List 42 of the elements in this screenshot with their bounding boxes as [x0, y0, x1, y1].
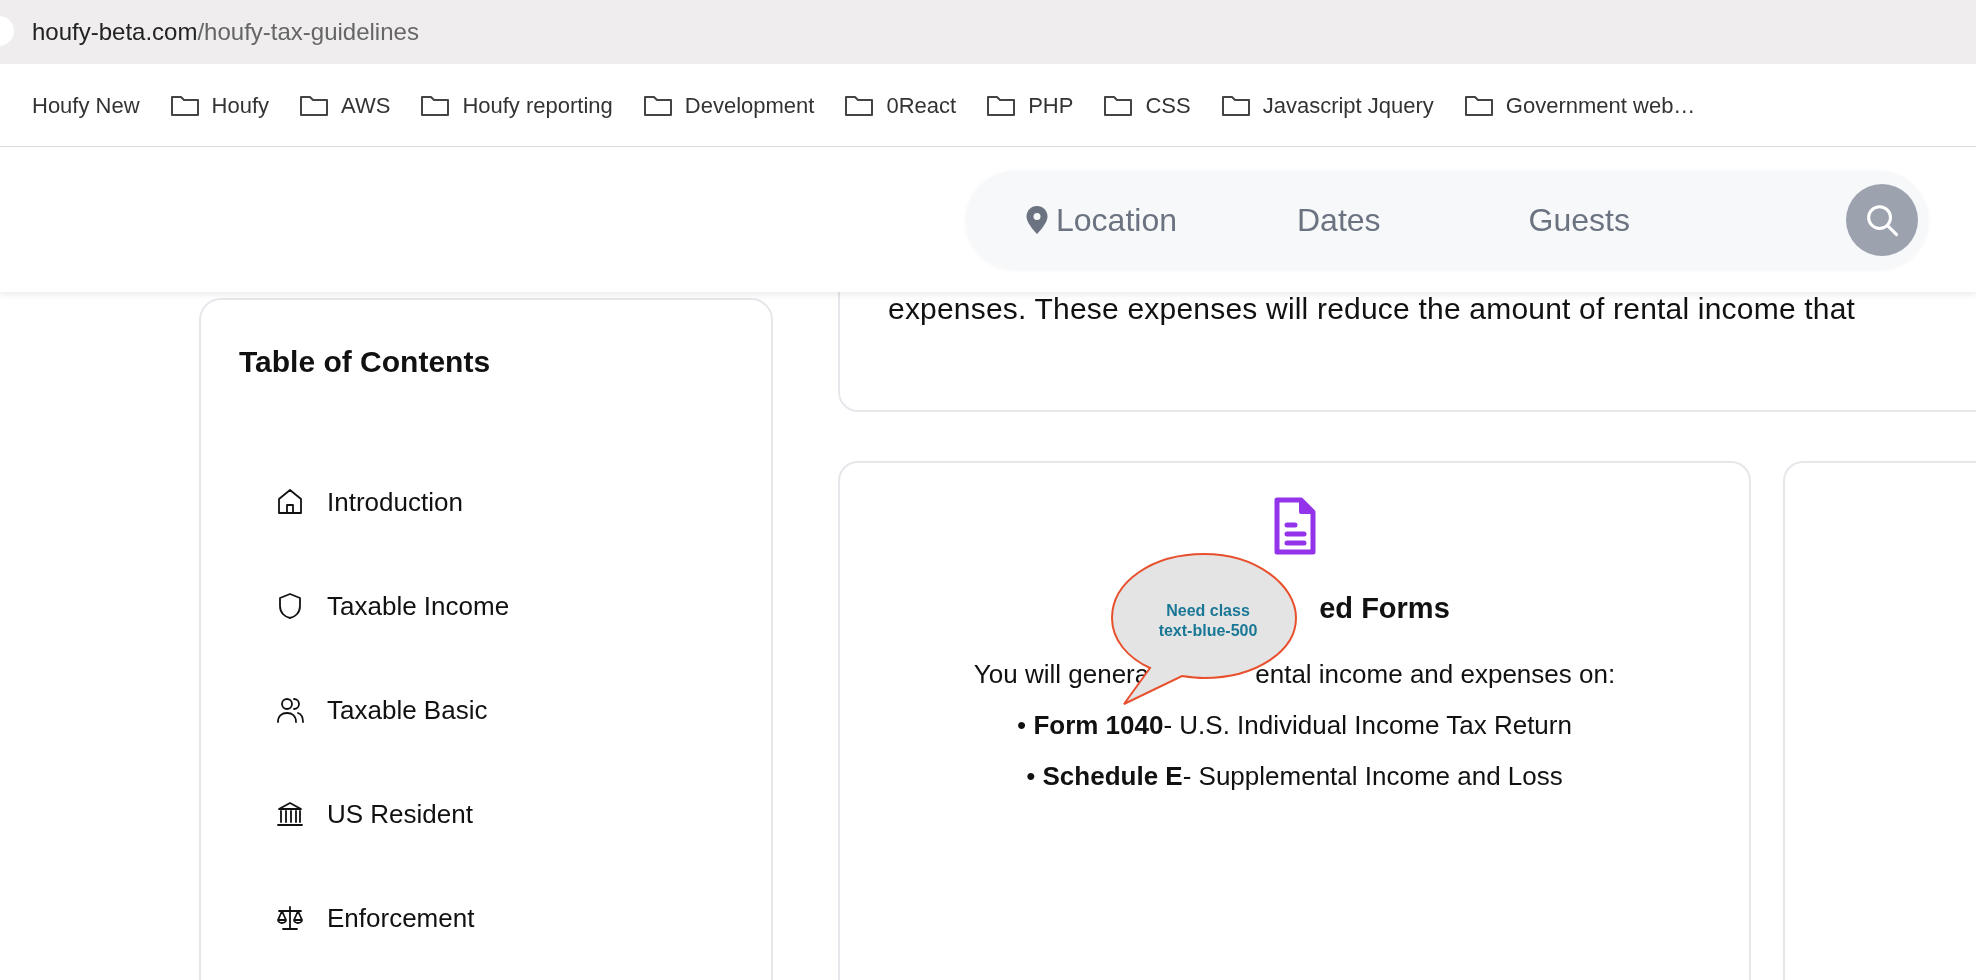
search-field[interactable]: Dates [1297, 195, 1381, 244]
bank-icon [275, 799, 305, 829]
folder-icon [986, 93, 1017, 117]
list-item: • Schedule E- Supplemental Income and Loss [1026, 759, 1563, 793]
bookmark[interactable]: Development [642, 88, 815, 122]
scale-icon [275, 903, 305, 933]
house-icon [275, 487, 305, 517]
bookmark[interactable]: Javascript Jquery [1220, 88, 1434, 122]
list-item: • Form 1040- U.S. Individual Income Tax Return [1017, 708, 1572, 742]
paragraph: expenses. These expenses will reduce the amount of rental income that [888, 292, 1857, 324]
card-title: ed Forms [1319, 591, 1450, 626]
folder-icon [1463, 93, 1494, 117]
folder-icon [420, 93, 451, 117]
toc-item[interactable]: Taxable Income [239, 554, 510, 658]
toc-item[interactable]: Enforcement [239, 866, 475, 970]
bookmark[interactable]: AWS [299, 88, 391, 122]
paragraph-text: ental income and expenses on: [1255, 657, 1616, 691]
folder-icon [642, 93, 673, 117]
folder-icon [844, 93, 875, 117]
bookmark[interactable]: CSS [1103, 88, 1191, 122]
folder-icon [299, 93, 330, 117]
bookmark[interactable]: Houfy [169, 88, 270, 122]
toc-item[interactable]: US Resident [239, 762, 473, 866]
address-bar[interactable]: houfy-beta.com/houfy-tax-guidelines [0, 0, 1976, 64]
bookmark[interactable]: Government web… [1463, 88, 1696, 122]
folder-icon [1220, 93, 1251, 117]
toc-item[interactable]: Taxable Basic [239, 658, 488, 762]
bookmark[interactable]: 0React [844, 88, 957, 122]
bookmark[interactable]: Houfy reporting [420, 88, 613, 122]
people-icon [275, 695, 305, 725]
folder-icon [1103, 93, 1134, 117]
bookmark[interactable]: PHP [986, 88, 1074, 122]
toc-item[interactable]: Introduction [239, 450, 463, 554]
folder-icon [169, 93, 200, 117]
location-pin-icon [1026, 205, 1048, 234]
url-text: houfy-beta.com/houfy-tax-guidelines [32, 17, 419, 47]
search-icon [1865, 202, 1899, 237]
annotation-text: Need class text-blue-500 [1157, 601, 1259, 641]
bookmark[interactable]: Houfy New [32, 88, 140, 122]
toc-title: Table of Contents [239, 344, 492, 380]
search-field[interactable]: Guests [1528, 195, 1630, 244]
search-field[interactable]: Location [1026, 195, 1177, 244]
